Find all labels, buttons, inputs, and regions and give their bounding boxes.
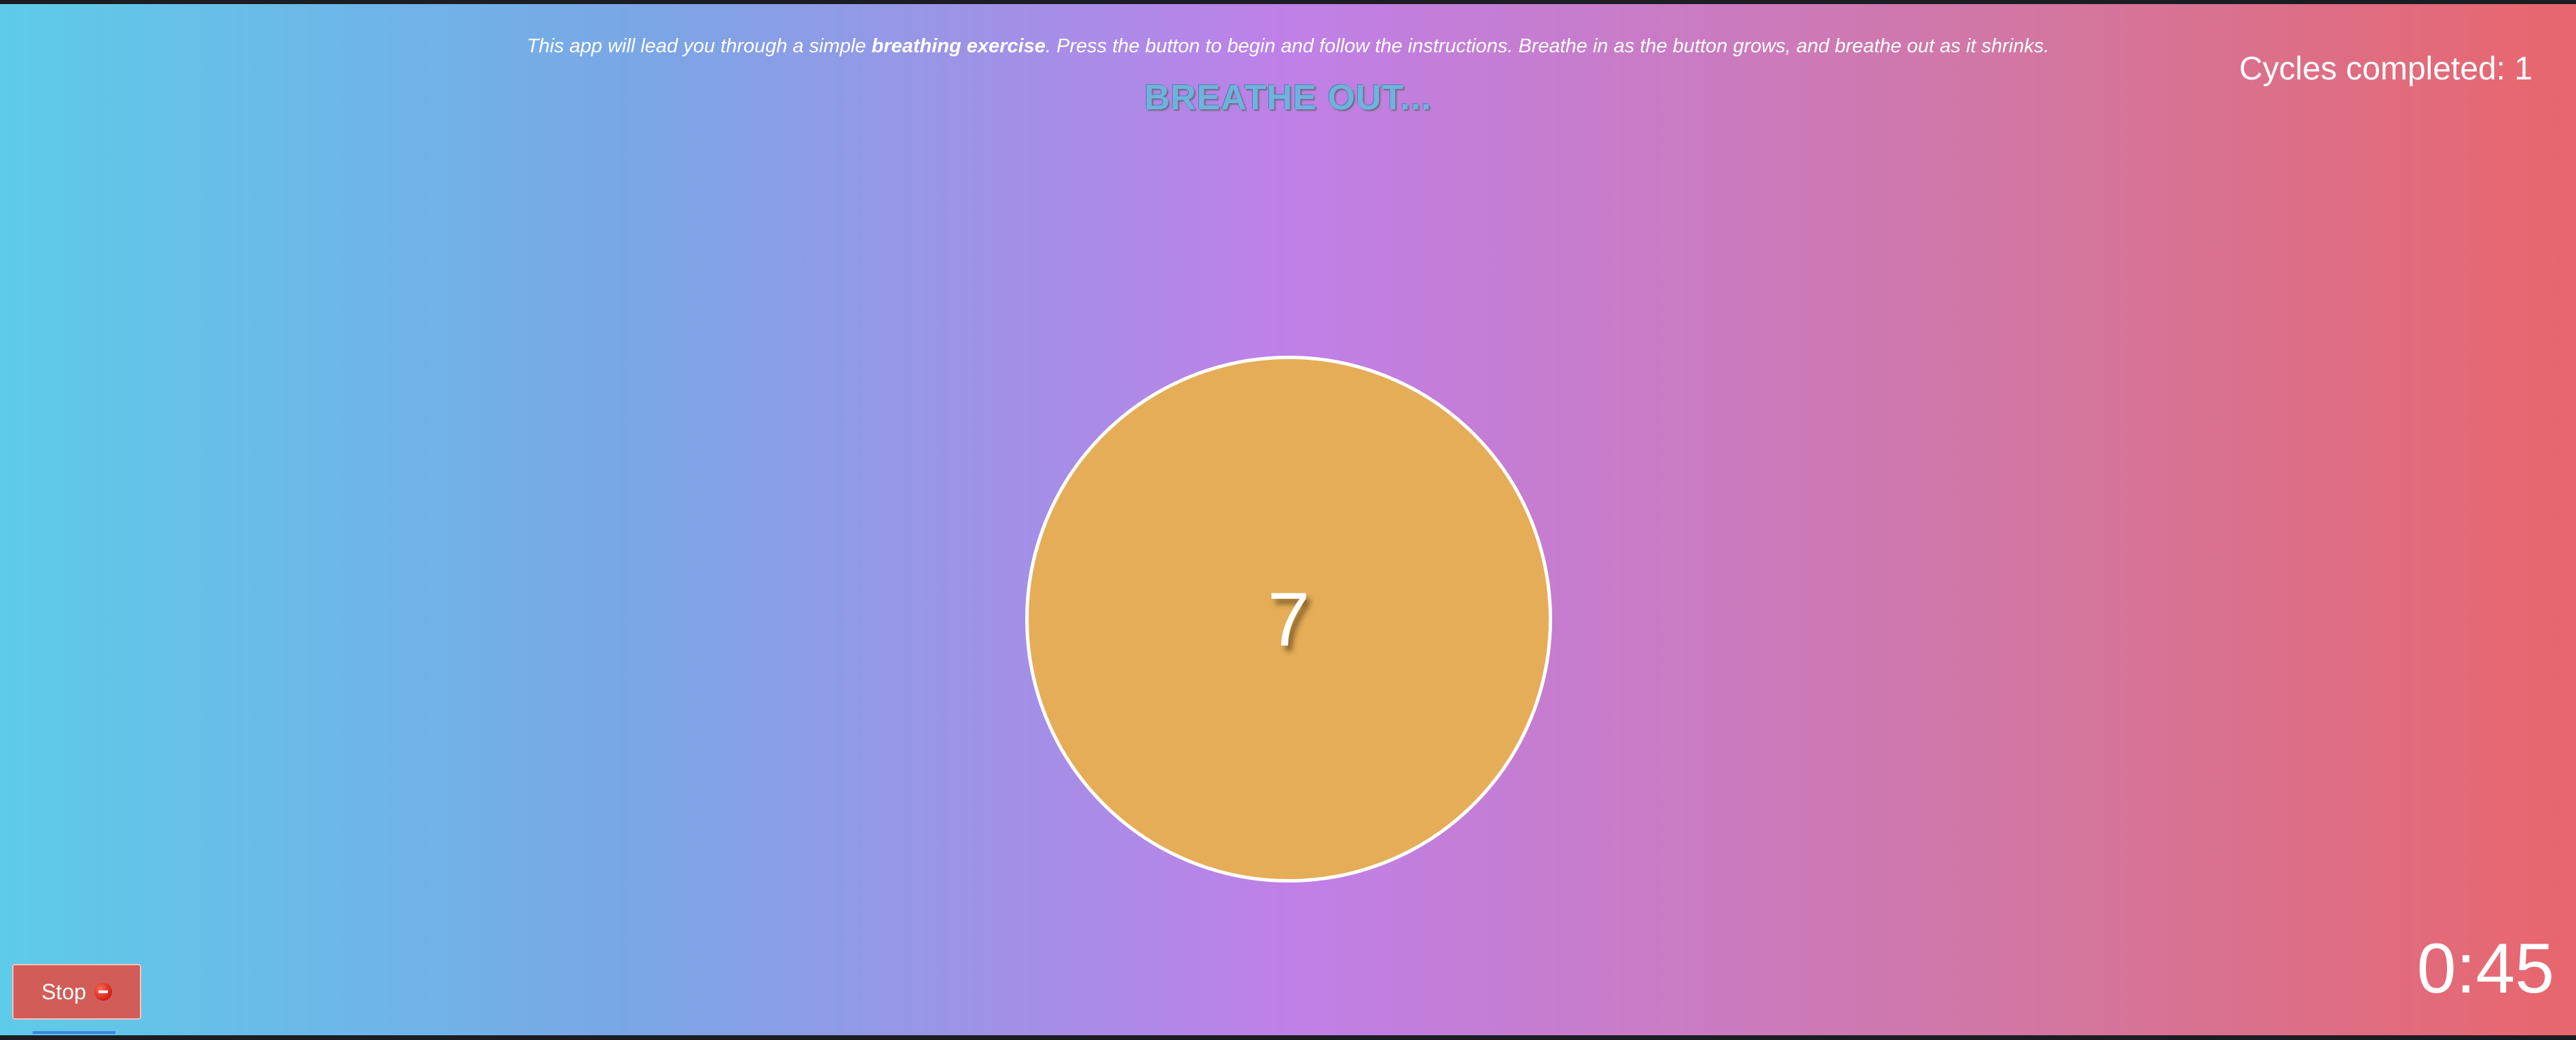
breathing-button[interactable]: 7 — [1025, 356, 1552, 883]
intro-text-bold: breathing exercise — [871, 35, 1046, 57]
no-entry-icon — [94, 983, 112, 1001]
intro-text-end: . Press the button to begin and follow t… — [1045, 35, 2050, 57]
stop-button-label: Stop — [41, 979, 86, 1004]
stop-button[interactable]: Stop — [12, 964, 141, 1020]
intro-text-start: This app will lead you through a simple — [526, 35, 872, 57]
cycles-counter: Cycles completed: 1 — [2239, 51, 2533, 87]
breath-instruction: BREATHE OUT... — [1144, 78, 1432, 117]
focus-indicator — [33, 1031, 115, 1034]
intro-text: This app will lead you through a simple … — [0, 30, 2576, 62]
elapsed-timer: 0:45 — [2416, 929, 2554, 1008]
app-viewport: This app will lead you through a simple … — [0, 4, 2576, 1035]
countdown-number: 7 — [1267, 576, 1310, 662]
